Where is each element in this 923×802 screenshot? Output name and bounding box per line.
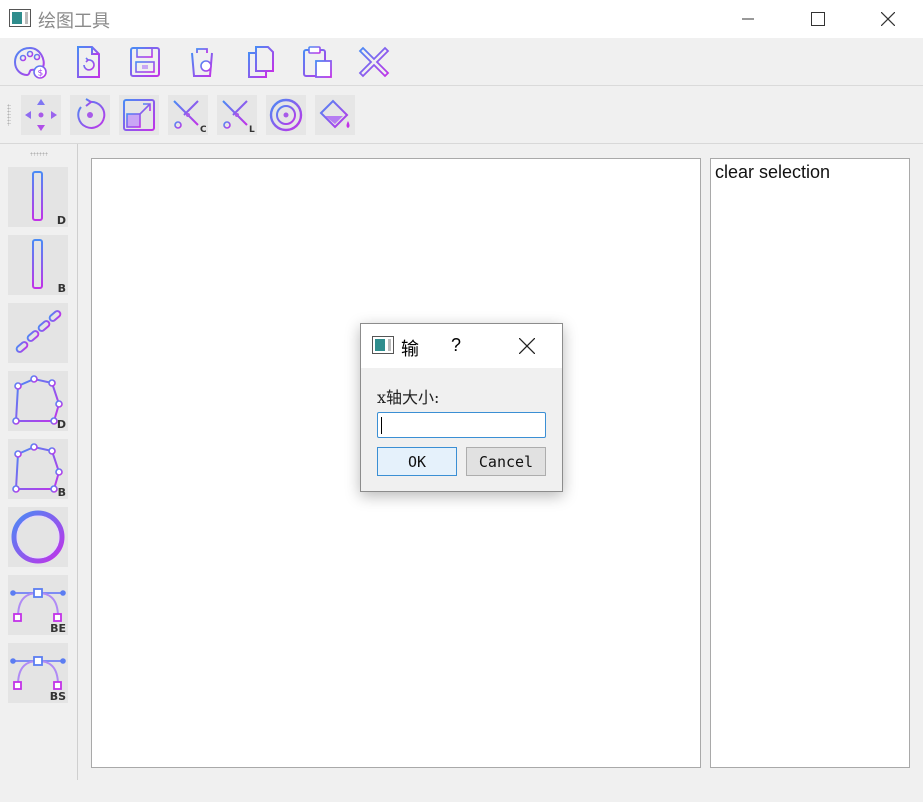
polygon-bresenham-button[interactable]: B bbox=[8, 439, 68, 499]
close-icon bbox=[519, 338, 535, 354]
new-file-button[interactable] bbox=[68, 42, 108, 82]
close-button[interactable] bbox=[865, 0, 911, 38]
polygon-bresenham-tag: B bbox=[57, 486, 66, 499]
copy-icon bbox=[248, 46, 274, 78]
panel-grip[interactable] bbox=[30, 152, 48, 156]
dialog-title: 输 bbox=[401, 339, 419, 360]
curve-bezier-tag: BE bbox=[50, 622, 66, 635]
polygon-dda-button[interactable]: D bbox=[8, 371, 68, 431]
chain-line-icon bbox=[15, 310, 62, 353]
move-button[interactable] bbox=[21, 95, 61, 135]
dialog-app-icon bbox=[372, 336, 394, 354]
minimize-button[interactable] bbox=[725, 0, 771, 38]
text-caret bbox=[381, 417, 382, 434]
main-toolbar: $ bbox=[0, 38, 923, 86]
rotate-button[interactable] bbox=[70, 95, 110, 135]
clear-all-button[interactable] bbox=[354, 42, 394, 82]
clip-cohen-button[interactable]: C bbox=[168, 95, 208, 135]
curve-bspline-button[interactable]: BS bbox=[8, 643, 68, 703]
input-dialog: 输 ? x轴大小: OK Cancel bbox=[360, 323, 563, 492]
ellipse-icon bbox=[11, 510, 65, 564]
delete-button[interactable] bbox=[182, 42, 222, 82]
clip-liang-icon: L bbox=[221, 100, 255, 133]
dialog-close-button[interactable] bbox=[513, 332, 541, 360]
trash-icon bbox=[190, 48, 214, 77]
clip-liang-tag: L bbox=[249, 125, 255, 133]
circle-target-button[interactable] bbox=[266, 95, 306, 135]
curve-bspline-tag: BS bbox=[49, 690, 66, 703]
minimize-icon bbox=[742, 18, 754, 20]
maximize-button[interactable] bbox=[795, 0, 841, 38]
maximize-icon bbox=[811, 12, 825, 26]
new-file-icon bbox=[77, 46, 100, 78]
clip-liang-button[interactable]: L bbox=[217, 95, 257, 135]
rotate-icon bbox=[77, 98, 106, 129]
app-icon bbox=[9, 9, 31, 27]
ok-button[interactable]: OK bbox=[377, 447, 457, 476]
line-dda-button[interactable]: D bbox=[8, 167, 68, 227]
line-bresenham-tag: B bbox=[57, 282, 66, 295]
paste-icon bbox=[303, 46, 332, 78]
transform-toolbar: C L bbox=[0, 86, 923, 144]
paste-button[interactable] bbox=[297, 42, 337, 82]
palette-icon: $ bbox=[13, 46, 47, 79]
fill-button[interactable] bbox=[315, 95, 355, 135]
cancel-button[interactable]: Cancel bbox=[466, 447, 546, 476]
title-bar: 绘图工具 bbox=[0, 0, 923, 38]
dialog-title-bar: 输 ? bbox=[361, 324, 562, 368]
x-size-input[interactable] bbox=[377, 412, 546, 438]
chain-line-button[interactable] bbox=[8, 303, 68, 363]
window-title: 绘图工具 bbox=[38, 11, 110, 32]
scale-button[interactable] bbox=[119, 95, 159, 135]
list-item[interactable]: clear selection bbox=[715, 162, 830, 183]
save-button[interactable] bbox=[125, 42, 165, 82]
shape-list[interactable]: clear selection bbox=[710, 158, 910, 768]
clip-cohen-tag: C bbox=[200, 125, 206, 133]
fill-bucket-icon bbox=[319, 99, 350, 129]
toolbar-grip[interactable] bbox=[7, 104, 11, 126]
scale-icon bbox=[123, 99, 155, 131]
copy-button[interactable] bbox=[240, 42, 280, 82]
svg-text:$: $ bbox=[38, 69, 44, 79]
clip-cohen-icon: C bbox=[172, 100, 206, 133]
palette-button[interactable]: $ bbox=[10, 42, 50, 82]
line-bresenham-button[interactable]: B bbox=[8, 235, 68, 295]
line-dda-tag: D bbox=[56, 214, 66, 227]
curve-bezier-button[interactable]: BE bbox=[8, 575, 68, 635]
close-icon bbox=[881, 12, 895, 26]
close-cross-icon bbox=[358, 46, 390, 78]
polygon-dda-tag: D bbox=[56, 418, 66, 431]
drawing-tools-panel: D B D B BE BS bbox=[0, 144, 78, 780]
ellipse-button[interactable] bbox=[8, 507, 68, 567]
move-icon bbox=[25, 99, 57, 131]
input-label: x轴大小: bbox=[377, 388, 440, 407]
help-button[interactable]: ? bbox=[451, 335, 461, 356]
circle-target-icon bbox=[269, 98, 303, 132]
save-icon bbox=[130, 47, 160, 77]
